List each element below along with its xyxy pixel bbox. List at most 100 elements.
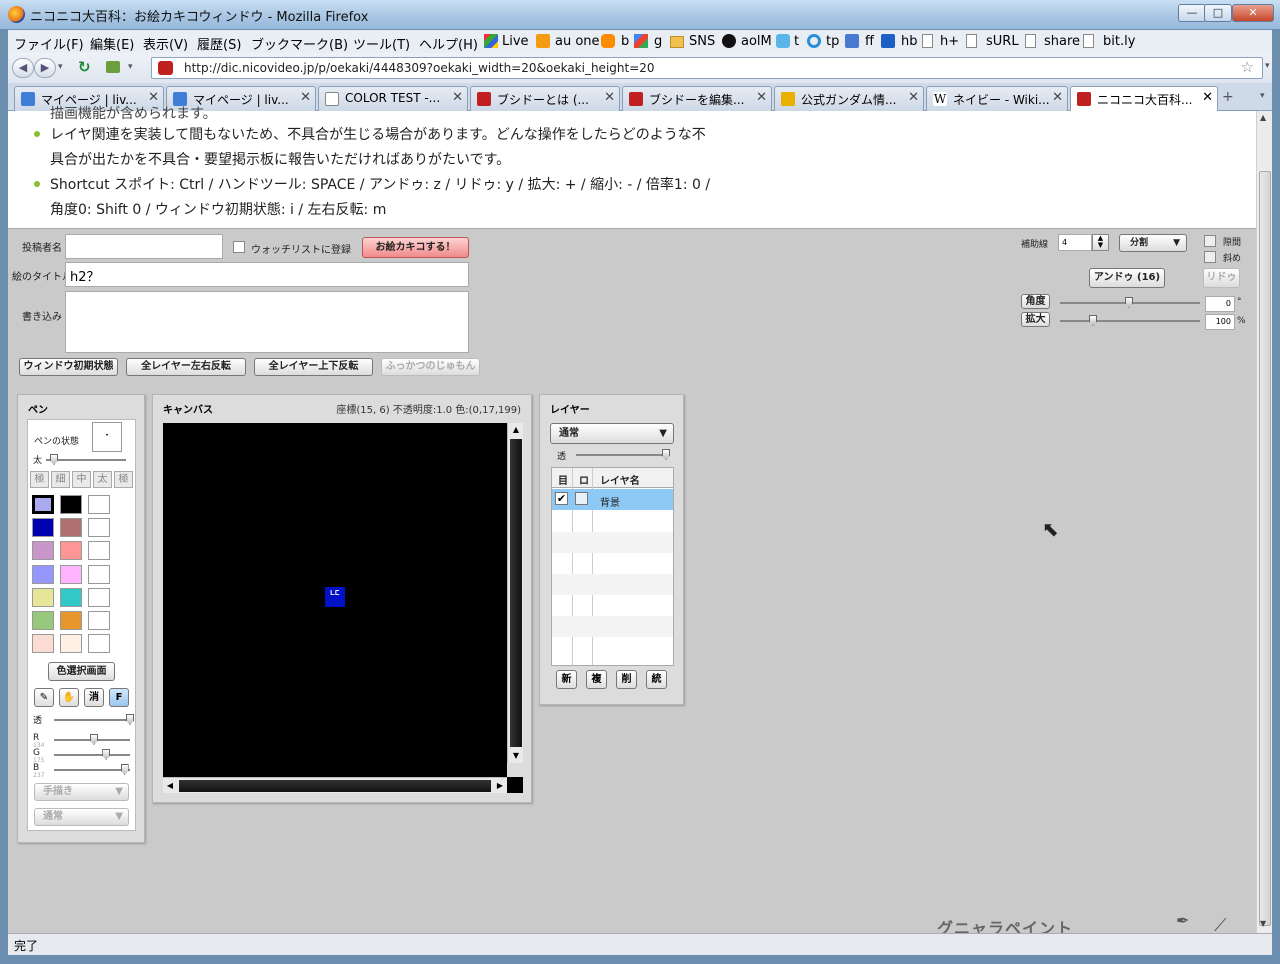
scroll-down-icon[interactable]: ▼ — [1260, 919, 1266, 928]
color-swatch[interactable] — [32, 564, 54, 584]
minimize-button[interactable]: — — [1178, 4, 1206, 22]
menu-file[interactable]: ファイル(F) — [14, 34, 84, 53]
window-reset-button[interactable]: ウィンドウ初期状態 — [19, 358, 118, 376]
color-swatch[interactable] — [88, 634, 110, 654]
color-swatch[interactable] — [32, 541, 54, 561]
bookmark-tp[interactable]: tp — [826, 34, 839, 49]
zoom-slider-handle[interactable] — [1089, 315, 1097, 326]
color-picker-button[interactable]: 色選択画面 — [48, 662, 115, 681]
bookmark-hplus[interactable]: h+ — [940, 34, 959, 49]
dropdown-icon[interactable]: ▾ — [128, 62, 133, 72]
scroll-down-icon[interactable]: ▼ — [509, 749, 523, 763]
fill-tool-button[interactable]: F — [109, 688, 129, 707]
undo-button[interactable]: アンドゥ (16) — [1089, 268, 1165, 288]
bookmark-au-one[interactable]: au one — [555, 34, 600, 49]
zoom-input[interactable]: 100 — [1205, 314, 1235, 330]
color-swatch[interactable] — [88, 587, 110, 607]
tab-close-icon[interactable]: ✕ — [1202, 90, 1213, 105]
tab-nicopedia-active[interactable]: ニコニコ大百科... ✕ — [1070, 86, 1218, 112]
menu-history[interactable]: 履歴(S) — [197, 34, 241, 53]
menu-edit[interactable]: 編集(E) — [90, 34, 134, 53]
tab-bushido-edit[interactable]: ブシドーを編集... ✕ — [622, 86, 772, 111]
color-swatch[interactable] — [88, 541, 110, 561]
layer-name[interactable]: 背景 — [600, 494, 620, 509]
comment-textarea[interactable] — [65, 291, 469, 353]
delete-layer-button[interactable]: 削 — [616, 670, 637, 689]
bookmark-sns[interactable]: SNS — [689, 34, 715, 49]
color-swatch[interactable] — [60, 518, 82, 538]
size-button[interactable]: 極 — [114, 471, 133, 488]
tab-close-icon[interactable]: ✕ — [604, 90, 615, 105]
menu-bookmarks[interactable]: ブックマーク(B) — [251, 34, 348, 53]
title-input[interactable]: h2？ — [65, 262, 469, 287]
color-swatch[interactable] — [32, 634, 54, 654]
canvas-hscroll[interactable]: ◀ ▶ — [163, 777, 507, 793]
tab-close-icon[interactable]: ✕ — [452, 90, 463, 105]
bookmark-b[interactable]: b — [621, 34, 629, 49]
duplicate-layer-button[interactable]: 複 — [586, 670, 607, 689]
bookmark-hb[interactable]: hb — [901, 34, 918, 49]
home-icon[interactable] — [106, 61, 120, 73]
new-layer-button[interactable]: 新 — [556, 670, 577, 689]
green-slider-handle[interactable] — [102, 749, 111, 760]
alpha-slider[interactable] — [54, 719, 130, 721]
layer-blend-select[interactable]: 通常 ▼ — [550, 423, 674, 444]
eraser-tool-button[interactable]: 消 — [84, 688, 104, 707]
guides-spinner[interactable]: ▲ ▼ — [1092, 234, 1109, 251]
scroll-up-icon[interactable]: ▲ — [1260, 113, 1266, 122]
star-icon[interactable]: ☆ — [1241, 58, 1254, 76]
bookmark-live[interactable]: Live — [502, 34, 529, 49]
bookmark-share[interactable]: share — [1044, 34, 1080, 49]
revive-spell-button[interactable]: ふっかつのじゅもん — [381, 358, 480, 376]
alpha-slider-handle[interactable] — [126, 714, 134, 725]
author-input[interactable] — [65, 234, 223, 259]
color-swatch[interactable] — [60, 541, 82, 561]
blend-mode-select[interactable]: 通常 ▼ — [34, 808, 129, 826]
color-swatch[interactable] — [88, 495, 110, 514]
canvas-vscroll[interactable]: ▲ ▼ — [507, 423, 523, 763]
size-button[interactable]: 細 — [51, 471, 70, 488]
red-slider-handle[interactable] — [89, 734, 98, 745]
color-swatch[interactable] — [60, 634, 82, 654]
guides-mode-select[interactable]: 分割 ▼ — [1119, 234, 1187, 252]
diagonal-checkbox[interactable] — [1204, 251, 1216, 263]
canvas-hscroll-thumb[interactable] — [179, 780, 491, 792]
thickness-slider-handle[interactable] — [50, 454, 58, 465]
gap-checkbox[interactable] — [1204, 235, 1216, 247]
layer-alpha-slider-handle[interactable] — [662, 449, 670, 460]
color-swatch[interactable] — [60, 611, 82, 630]
layer-alpha-slider[interactable] — [576, 454, 666, 456]
scroll-right-icon[interactable]: ▶ — [493, 779, 507, 793]
scroll-left-icon[interactable]: ◀ — [163, 779, 177, 793]
reload-icon[interactable]: ↻ — [78, 58, 91, 76]
submit-oekaki-button[interactable]: お絵カキコする！ — [362, 237, 469, 258]
back-button[interactable]: ◀ — [12, 58, 34, 78]
dropdown-icon[interactable]: ▾ — [1265, 61, 1270, 71]
layer-row[interactable]: ✔ 背景 — [552, 489, 673, 510]
tab-list-icon[interactable]: ▾ — [1260, 91, 1265, 101]
tab-bushido[interactable]: ブシドーとは (... ✕ — [470, 86, 620, 111]
color-swatch[interactable] — [60, 564, 82, 584]
url-bar[interactable]: http://dic.nicovideo.jp/p/oekaki/4448309… — [151, 57, 1263, 79]
thickness-slider[interactable] — [46, 459, 126, 461]
angle-slider-handle[interactable] — [1125, 297, 1133, 308]
tab-close-icon[interactable]: ✕ — [756, 90, 767, 105]
menu-tools[interactable]: ツール(T) — [353, 34, 410, 53]
flip-vertical-button[interactable]: 全レイヤー上下反転 — [254, 358, 373, 376]
color-swatch[interactable] — [60, 495, 82, 514]
maximize-button[interactable]: □ — [1204, 4, 1232, 22]
color-swatch[interactable] — [88, 611, 110, 630]
canvas-vscroll-thumb[interactable] — [510, 439, 522, 747]
scroll-up-icon[interactable]: ▲ — [509, 423, 523, 437]
tab-close-icon[interactable]: ✕ — [1052, 90, 1063, 105]
merge-layer-button[interactable]: 統 — [646, 670, 667, 689]
bookmark-g[interactable]: g — [654, 34, 662, 49]
color-swatch[interactable] — [32, 495, 54, 514]
bookmark-t[interactable]: t — [794, 34, 799, 49]
color-swatch[interactable] — [32, 587, 54, 607]
stroke-mode-select[interactable]: 手描き ▼ — [34, 783, 129, 801]
new-tab-icon[interactable]: + — [1222, 89, 1234, 105]
size-button[interactable]: 太 — [93, 471, 112, 488]
close-button[interactable]: ✕ — [1232, 4, 1274, 22]
bookmark-bitly[interactable]: bit.ly — [1103, 34, 1135, 49]
